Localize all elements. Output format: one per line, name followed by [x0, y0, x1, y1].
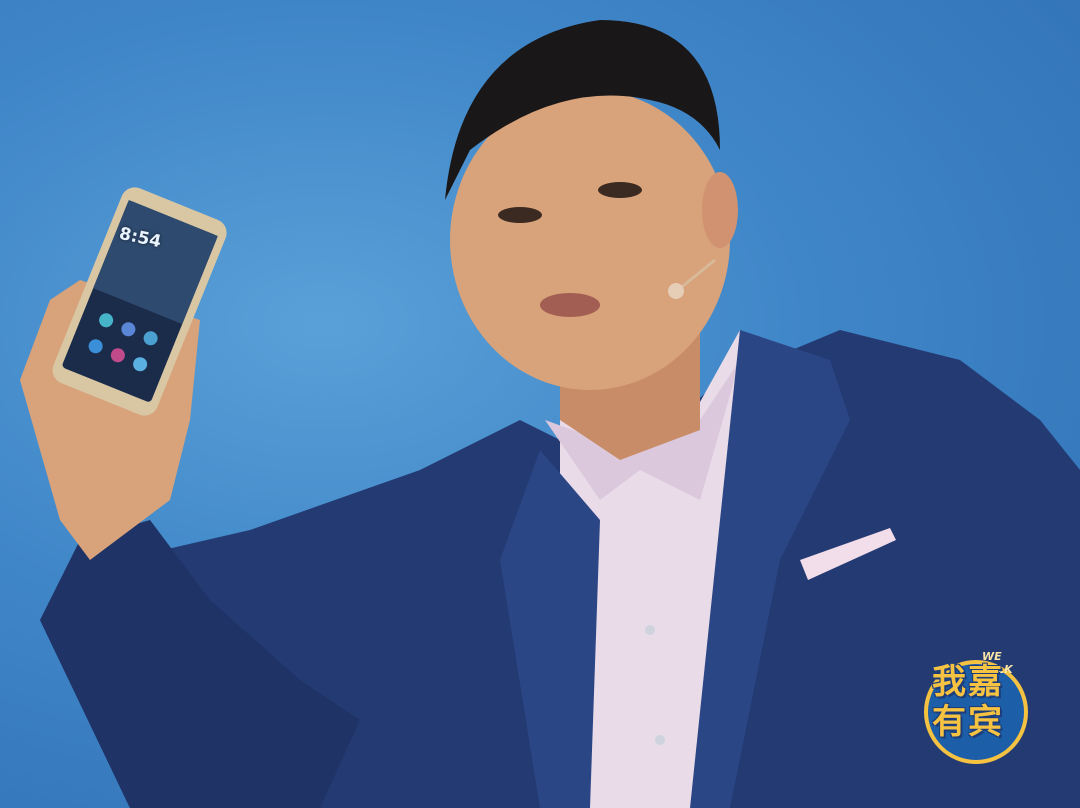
eye-right	[598, 182, 642, 198]
ear	[702, 172, 738, 248]
shirt-button	[645, 625, 655, 635]
mouth	[540, 293, 600, 317]
scene-illustration	[20, 20, 1080, 808]
photo-stage: 8:54 WE TALK 我嘉有宾	[0, 0, 1080, 808]
mic-tip	[668, 283, 684, 299]
shirt-button	[655, 735, 665, 745]
eye-left	[498, 207, 542, 223]
face	[450, 90, 730, 390]
logo-characters: 我嘉有宾	[932, 662, 1004, 742]
we-talk-logo: WE TALK 我嘉有宾	[922, 650, 1030, 770]
